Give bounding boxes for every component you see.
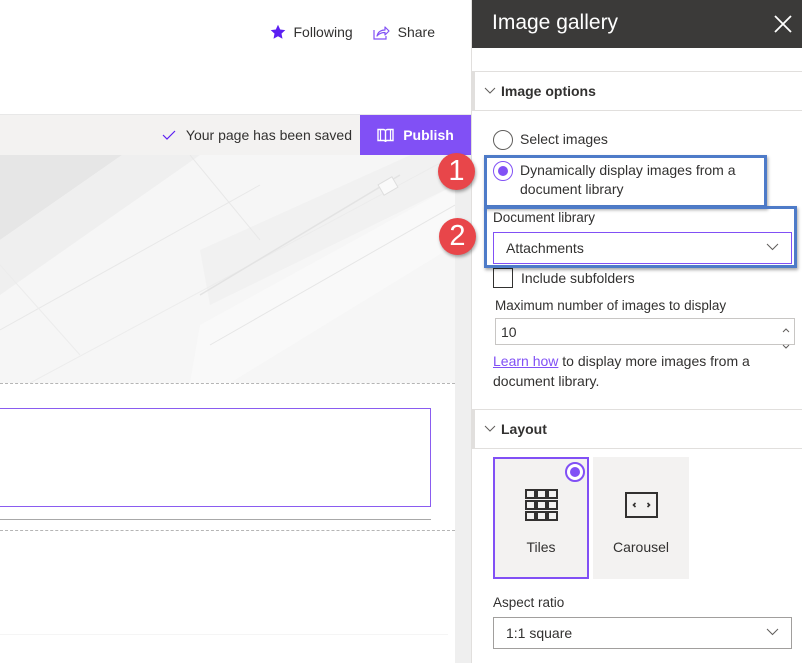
layout-header[interactable]: Layout bbox=[472, 409, 802, 449]
publish-button[interactable]: Publish bbox=[360, 115, 471, 155]
checkbox[interactable] bbox=[493, 268, 513, 288]
radio-button-selected[interactable] bbox=[493, 161, 513, 181]
publish-label: Publish bbox=[403, 127, 454, 143]
close-icon bbox=[774, 15, 792, 33]
layout-options: Tiles Carousel bbox=[493, 457, 689, 579]
chevron-up-icon bbox=[782, 328, 790, 333]
aspect-ratio-label: Aspect ratio bbox=[493, 595, 565, 610]
property-pane: Image gallery Image options Select image… bbox=[471, 0, 802, 663]
chevron-down-icon bbox=[766, 628, 779, 636]
layout-option-label: Tiles bbox=[526, 539, 556, 555]
divider bbox=[0, 634, 448, 635]
image-gallery-webpart[interactable] bbox=[0, 408, 431, 507]
command-bar: Your page has been saved Publish bbox=[0, 114, 471, 155]
max-images-value: 10 bbox=[501, 323, 517, 340]
carousel-icon bbox=[624, 492, 658, 518]
include-subfolders-checkbox[interactable]: Include subfolders bbox=[493, 268, 635, 288]
book-icon bbox=[377, 128, 394, 142]
selected-indicator bbox=[565, 462, 585, 482]
layout-option-carousel[interactable]: Carousel bbox=[593, 457, 689, 579]
include-subfolders-label: Include subfolders bbox=[521, 270, 635, 286]
radio-select-images[interactable]: Select images bbox=[493, 130, 608, 150]
document-library-value: Attachments bbox=[506, 240, 584, 256]
radio-label: Select images bbox=[520, 131, 608, 147]
max-images-label: Maximum number of images to display bbox=[495, 298, 727, 313]
layout-label: Layout bbox=[501, 421, 547, 437]
decrement-button[interactable] bbox=[782, 336, 790, 352]
section-divider bbox=[0, 530, 455, 531]
following-button[interactable]: Following bbox=[270, 24, 353, 40]
radio-button[interactable] bbox=[493, 130, 513, 150]
tiles-grid-icon bbox=[524, 489, 558, 521]
chevron-down-icon bbox=[484, 425, 496, 432]
aspect-ratio-dropdown[interactable]: 1:1 square bbox=[493, 617, 792, 649]
webpart-divider bbox=[0, 519, 431, 520]
star-icon bbox=[270, 24, 285, 39]
max-images-input[interactable]: 10 bbox=[495, 318, 795, 349]
chevron-down-icon bbox=[766, 243, 779, 251]
pane-title: Image gallery bbox=[492, 11, 619, 34]
page-actions: Following Share bbox=[270, 24, 435, 40]
document-library-label: Document library bbox=[493, 210, 596, 225]
page-canvas: Following Share bbox=[0, 0, 455, 663]
section-divider bbox=[0, 383, 455, 384]
help-text: Learn how to display more images from a … bbox=[493, 351, 783, 391]
following-label: Following bbox=[293, 24, 353, 40]
image-options-header[interactable]: Image options bbox=[472, 71, 802, 111]
pane-header: Image gallery bbox=[472, 0, 802, 48]
share-icon bbox=[373, 25, 390, 40]
layout-option-tiles[interactable]: Tiles bbox=[493, 457, 589, 579]
save-status: Your page has been saved bbox=[162, 115, 352, 155]
share-button[interactable]: Share bbox=[373, 24, 435, 40]
number-spinner[interactable] bbox=[781, 320, 791, 349]
annotation-badge-1: 1 bbox=[438, 153, 475, 190]
hero-image bbox=[0, 155, 455, 383]
increment-button[interactable] bbox=[782, 320, 790, 336]
chevron-down-icon bbox=[484, 87, 496, 94]
aspect-ratio-value: 1:1 square bbox=[506, 625, 573, 641]
learn-how-link[interactable]: Learn how bbox=[493, 353, 558, 369]
save-status-text: Your page has been saved bbox=[185, 127, 352, 143]
share-label: Share bbox=[397, 24, 435, 40]
radio-dynamic-library[interactable]: Dynamically display images from a docume… bbox=[493, 161, 743, 199]
document-library-dropdown[interactable]: Attachments bbox=[493, 232, 792, 264]
image-options-label: Image options bbox=[501, 83, 596, 99]
annotation-badge-2: 2 bbox=[439, 218, 476, 255]
radio-label: Dynamically display images from a docume… bbox=[520, 162, 736, 197]
close-button[interactable] bbox=[773, 14, 793, 34]
layout-option-label: Carousel bbox=[612, 539, 670, 555]
checkmark-icon bbox=[162, 130, 176, 140]
chevron-down-icon bbox=[782, 344, 790, 349]
